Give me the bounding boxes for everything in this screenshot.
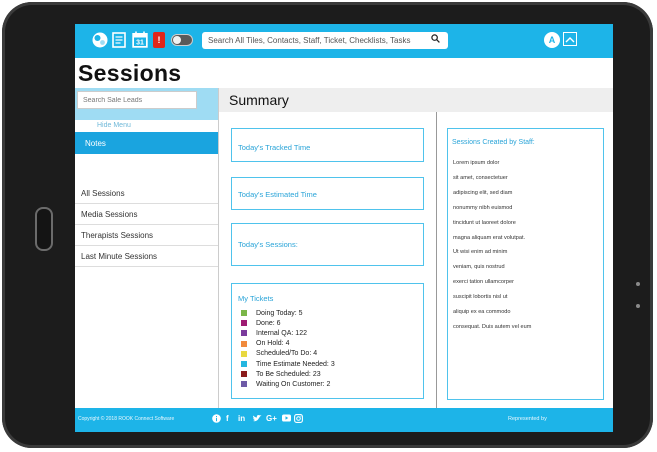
linkedin-icon[interactable]: in	[238, 414, 245, 423]
notes-icon[interactable]	[112, 32, 126, 48]
ticket-status-label: Done: 6	[256, 319, 281, 327]
sidebar-item-all-sessions[interactable]: All Sessions	[75, 184, 218, 204]
sidebar-item-label: Media Sessions	[81, 210, 138, 219]
staff-text-line: aliquip ex ea commodo	[453, 309, 511, 315]
ticket-status-label: Internal QA: 122	[256, 329, 307, 337]
todays-sessions-label: Today's Sessions:	[238, 240, 298, 249]
sidebar-item-label: Therapists Sessions	[81, 231, 154, 240]
sidebar-item-therapists-sessions[interactable]: Therapists Sessions	[75, 226, 218, 246]
staff-text-line: consequat. Duis autem vel eum	[453, 323, 532, 330]
staff-text-line: Ut wisi enim ad minim	[453, 249, 508, 256]
ticket-status-label: On Hold: 4	[256, 340, 290, 348]
rook-logo-icon[interactable]	[91, 32, 109, 48]
status-color-swatch	[241, 310, 247, 316]
staff-text-line: veniam, quis nostrud	[453, 264, 505, 271]
ticket-status-row[interactable]: Scheduled/To Do: 4	[241, 350, 317, 358]
staff-text-line: nonummy nibh euismod	[453, 204, 513, 211]
staff-text-line: Lorem ipsum dolor	[453, 160, 500, 166]
sidebar-item-media-sessions[interactable]: Media Sessions	[75, 205, 218, 225]
status-color-swatch	[241, 340, 247, 347]
status-color-swatch	[241, 381, 247, 388]
estimated-time-card[interactable]: Today's Estimated Time	[231, 177, 424, 210]
sessions-by-staff-title: Sessions Created by Staff:	[452, 139, 535, 146]
ticket-status-label: Time Estimate Needed: 3	[256, 360, 335, 368]
facebook-icon[interactable]: f	[226, 414, 229, 423]
top-bar: 31 ! A	[75, 24, 613, 58]
tablet-home-button	[35, 207, 53, 251]
status-color-swatch	[241, 320, 247, 327]
estimated-time-label: Today's Estimated Time	[238, 190, 317, 199]
ticket-status-row[interactable]: Done: 6	[241, 319, 281, 327]
ticket-status-row[interactable]: Waiting On Customer: 2	[241, 380, 330, 388]
sidebar-item-last-minute-sessions[interactable]: Last Minute Sessions	[75, 247, 218, 267]
ticket-status-label: Doing Today: 5	[256, 309, 303, 317]
sidebar-search-area	[75, 88, 218, 120]
page-title: Sessions	[78, 60, 182, 86]
my-tickets-card: My Tickets Doing Today: 5 Done: 6 Internal…	[231, 283, 424, 399]
search-icon[interactable]	[431, 34, 440, 45]
calendar-day-number: 31	[136, 40, 144, 47]
summary-title: Summary	[229, 92, 289, 108]
twitter-icon[interactable]	[252, 414, 262, 425]
ticket-status-label: To Be Scheduled: 23	[256, 370, 321, 378]
ticket-status-label: Scheduled/To Do: 4	[256, 350, 318, 358]
tracked-time-label: Today's Tracked Time	[238, 143, 311, 152]
footer: Copyright © 2018 ROOK Connect Software f…	[75, 408, 613, 432]
summary-header: Summary	[219, 88, 613, 112]
tablet-sensor-dot	[636, 304, 640, 308]
sidebar-item-label: Last Minute Sessions	[81, 252, 158, 261]
google-plus-icon[interactable]: G+	[266, 414, 277, 423]
staff-text-line: adipiscing elit, sed diam	[453, 189, 513, 196]
toggle-switch-icon[interactable]	[171, 34, 193, 46]
chevron-up-icon	[565, 37, 575, 43]
alert-icon[interactable]: !	[153, 32, 165, 48]
ticket-status-label: Waiting On Customer: 2	[256, 380, 331, 388]
sidebar-item-notes[interactable]: Notes	[75, 132, 218, 154]
global-search-input[interactable]	[202, 32, 448, 49]
status-color-swatch	[241, 350, 247, 357]
sidebar-item-label: Notes	[85, 138, 106, 148]
collapse-header-button[interactable]	[563, 32, 577, 46]
ticket-status-row[interactable]: Doing Today: 5	[241, 309, 303, 317]
sidebar-divider	[218, 88, 219, 408]
staff-text-line: magna aliquam erat volutpat.	[453, 234, 526, 241]
ticket-status-row[interactable]: Time Estimate Needed: 3	[241, 360, 335, 368]
todays-sessions-card[interactable]: Today's Sessions:	[231, 223, 424, 266]
staff-text-line: suscipit lobortis nisl ut	[453, 294, 508, 301]
calendar-icon[interactable]: 31	[132, 31, 148, 48]
info-icon[interactable]	[212, 414, 221, 425]
tracked-time-card[interactable]: Today's Tracked Time	[231, 128, 424, 162]
app-screen: 31 ! A Sessions	[75, 24, 613, 432]
tablet-sensor-dot	[636, 282, 640, 286]
avatar-initial: A	[548, 35, 556, 45]
youtube-icon[interactable]	[282, 414, 291, 424]
my-tickets-title: My Tickets	[238, 294, 274, 303]
column-divider	[436, 112, 437, 408]
sessions-by-staff-card: Sessions Created by Staff: Lorem ipsum d…	[447, 128, 604, 400]
user-avatar[interactable]: A	[544, 32, 560, 48]
ticket-status-row[interactable]: Internal QA: 122	[241, 329, 307, 337]
ticket-status-row[interactable]: To Be Scheduled: 23	[241, 370, 321, 378]
alert-mark: !	[157, 35, 161, 45]
staff-text-line: tincidunt ut laoreet dolore	[453, 219, 516, 226]
copyright-text: Copyright © 2018 ROOK Connect Software	[78, 416, 175, 422]
instagram-icon[interactable]	[294, 414, 303, 425]
status-color-swatch	[241, 371, 247, 378]
staff-text-line: exerci tation ullamcorper	[453, 279, 514, 286]
represented-by-text: Represented by	[508, 416, 547, 422]
staff-text-line: sit amet, consectetuer	[453, 174, 508, 181]
status-color-swatch	[241, 361, 247, 367]
sidebar-search-input[interactable]	[77, 91, 197, 109]
status-color-swatch	[241, 330, 247, 337]
ticket-status-row[interactable]: On Hold: 4	[241, 340, 289, 348]
sidebar: Hide Menu Notes All Sessions Media Sessi…	[75, 88, 218, 408]
hide-menu-link[interactable]: Hide Menu	[97, 122, 131, 129]
sidebar-item-label: All Sessions	[81, 189, 125, 198]
